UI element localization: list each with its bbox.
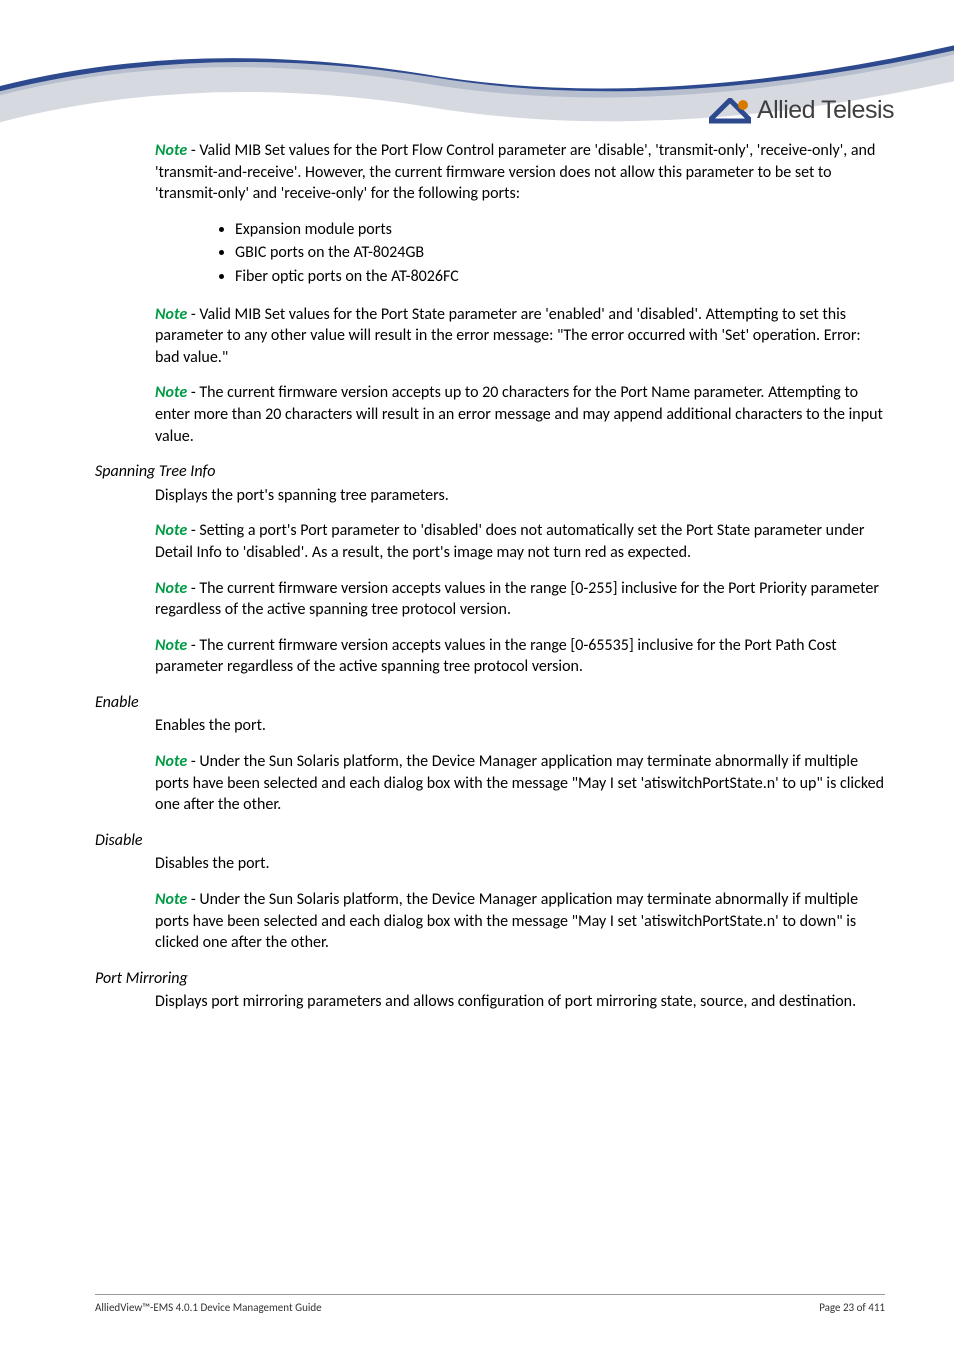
note-text: - Under the Sun Solaris platform, the De…	[155, 890, 858, 952]
note-label: Note	[155, 636, 187, 655]
desc-enable: Enables the port.	[155, 715, 885, 737]
note-text: - Valid MIB Set values for the Port Stat…	[155, 305, 861, 367]
note-text: - Valid MIB Set values for the Port Flow…	[155, 141, 875, 203]
list-item: GBIC ports on the AT-8024GB	[235, 242, 885, 264]
desc-disable: Disables the port.	[155, 853, 885, 875]
page-footer: AlliedView™-EMS 4.0.1 Device Management …	[95, 1294, 885, 1316]
logo-triangle-icon	[709, 98, 751, 124]
note-port-priority-range: Note - The current firmware version acce…	[155, 578, 885, 621]
desc-port-mirroring: Displays port mirroring parameters and a…	[155, 991, 885, 1013]
note-text: - The current firmware version accepts v…	[155, 636, 837, 677]
note-port-name-length: Note - The current firmware version acce…	[155, 382, 885, 447]
note-solaris-disable: Note - Under the Sun Solaris platform, t…	[155, 889, 885, 954]
note-label: Note	[155, 579, 187, 598]
brand-logo: Allied Telesis	[709, 96, 894, 126]
page-content: Note - Valid MIB Set values for the Port…	[95, 140, 885, 1027]
note-text: - Setting a port's Port parameter to 'di…	[155, 521, 864, 562]
note-label: Note	[155, 521, 187, 540]
logo-text: Allied Telesis	[757, 94, 894, 128]
header-swoosh-graphic	[0, 0, 954, 160]
list-item: Fiber optic ports on the AT-8026FC	[235, 266, 885, 288]
footer-right: Page 23 of 411	[819, 1301, 885, 1316]
note-port-path-cost-range: Note - The current firmware version acce…	[155, 635, 885, 678]
note-label: Note	[155, 305, 187, 324]
note-text: - The current firmware version accepts v…	[155, 579, 879, 620]
note-text: - The current firmware version accepts u…	[155, 383, 883, 445]
note-flow-control: Note - Valid MIB Set values for the Port…	[155, 140, 885, 205]
footer-left: AlliedView™-EMS 4.0.1 Device Management …	[95, 1301, 322, 1316]
heading-port-mirroring: Port Mirroring	[95, 968, 885, 990]
note-solaris-enable: Note - Under the Sun Solaris platform, t…	[155, 751, 885, 816]
desc-spanning-tree: Displays the port's spanning tree parame…	[155, 485, 885, 507]
note-label: Note	[155, 141, 187, 160]
note-label: Note	[155, 752, 187, 771]
note-text: - Under the Sun Solaris platform, the De…	[155, 752, 884, 814]
heading-enable: Enable	[95, 692, 885, 714]
heading-disable: Disable	[95, 830, 885, 852]
note-port-disabled-image: Note - Setting a port's Port parameter t…	[155, 520, 885, 563]
heading-spanning-tree: Spanning Tree Info	[95, 461, 885, 483]
port-list: Expansion module ports GBIC ports on the…	[235, 219, 885, 288]
note-label: Note	[155, 383, 187, 402]
note-port-state: Note - Valid MIB Set values for the Port…	[155, 304, 885, 369]
note-label: Note	[155, 890, 187, 909]
list-item: Expansion module ports	[235, 219, 885, 241]
